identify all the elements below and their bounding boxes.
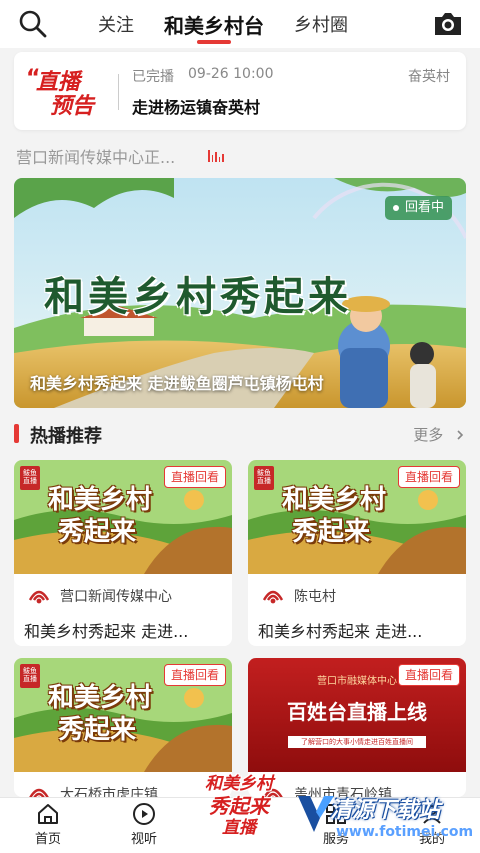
live-campaign-button[interactable]: 和美乡村 秀起来 直播	[198, 774, 280, 853]
site-watermark: 清源下载站 www.fotimei.com	[296, 786, 476, 852]
live-place: 奋英村	[408, 69, 450, 85]
watermark-text: 清源下载站	[330, 798, 441, 823]
video-card[interactable]: 鲅鱼直播 直播回看 和美乡村 秀起来 陈屯村 和美乡村秀起来 走进...	[248, 460, 466, 646]
replay-badge: 直播回看	[163, 664, 226, 686]
play-circle-icon	[133, 803, 155, 825]
featured-banner[interactable]: 回看中 和美乡村秀起来 和美乡村秀起来 走进鲅鱼圈芦屯镇杨屯村	[14, 178, 466, 408]
card-title: 和美乡村秀起来 走进...	[258, 622, 423, 641]
news-ticker[interactable]: 营口新闻传媒中心正...	[16, 144, 175, 168]
replay-badge: 直播回看	[163, 466, 226, 488]
nav-home[interactable]: 首页	[18, 802, 78, 847]
divider	[118, 74, 119, 110]
thumbnail-headline: 百姓台直播上线	[287, 700, 427, 724]
section-accent-bar	[14, 424, 19, 443]
section-title: 热播推荐	[30, 426, 102, 447]
hot-section-header: 热播推荐 更多	[14, 422, 466, 447]
video-card[interactable]: 营口市融媒体中心 百姓台直播上线 了解营口的大事小情走进百姓直播间 直播回看 盖…	[248, 658, 466, 797]
banner-caption: 和美乡村秀起来 走进鲅鱼圈芦屯镇杨屯村	[30, 374, 324, 393]
tab-village-circle[interactable]: 乡村圈	[294, 0, 348, 48]
thumbnail-art-title: 和美乡村 秀起来	[48, 485, 153, 547]
live-preview-logo: “ 直播 预告	[26, 66, 95, 119]
channel-logo: 鲅鱼直播	[20, 664, 40, 688]
card-source: 大石桥市虎庄镇	[26, 782, 158, 797]
replay-badge: 直播回看	[397, 466, 460, 488]
audio-bars-icon	[208, 150, 224, 162]
channel-logo: 鲅鱼直播	[20, 466, 40, 490]
nav-video[interactable]: 视听	[114, 802, 174, 847]
chevron-right-icon	[457, 430, 464, 440]
thumbnail-subtitle: 了解营口的大事小情走进百姓直播间	[288, 736, 426, 748]
card-source: 陈屯村	[260, 584, 336, 608]
top-nav-bar: 关注 和美乡村台 乡村圈	[0, 0, 480, 48]
video-thumbnail: 鲅鱼直播 直播回看 和美乡村 秀起来	[14, 658, 232, 772]
tab-village-channel[interactable]: 和美乡村台	[164, 0, 264, 48]
replay-badge: 直播回看	[397, 664, 460, 686]
home-icon	[38, 804, 58, 824]
video-thumbnail: 鲅鱼直播 直播回看 和美乡村 秀起来	[14, 460, 232, 574]
search-icon[interactable]	[18, 9, 48, 39]
card-source: 营口新闻传媒中心	[26, 584, 172, 608]
video-thumbnail: 营口市融媒体中心 百姓台直播上线 了解营口的大事小情走进百姓直播间 直播回看	[248, 658, 466, 772]
channel-logo: 鲅鱼直播	[254, 466, 274, 490]
live-preview-card[interactable]: “ 直播 预告 已完播 09-26 10:00 奋英村 走进杨运镇奋英村	[14, 52, 466, 130]
watermark-url: www.fotimei.com	[336, 824, 474, 840]
more-link[interactable]: 更多	[413, 424, 466, 445]
video-thumbnail: 鲅鱼直播 直播回看 和美乡村 秀起来	[248, 460, 466, 574]
camera-icon[interactable]	[432, 9, 464, 39]
thumbnail-art-title: 和美乡村 秀起来	[282, 485, 387, 547]
live-status: 已完播	[132, 69, 174, 85]
card-title: 和美乡村秀起来 走进...	[24, 622, 189, 641]
tab-follow[interactable]: 关注	[98, 0, 134, 48]
live-time: 09-26 10:00	[188, 66, 274, 82]
banner-art-title: 和美乡村秀起来	[44, 273, 352, 320]
channel-tabs: 关注 和美乡村台 乡村圈	[98, 0, 348, 48]
video-card[interactable]: 鲅鱼直播 直播回看 和美乡村 秀起来 营口新闻传媒中心 和美乡村秀起来 走进...	[14, 460, 232, 646]
live-title: 走进杨运镇奋英村	[132, 98, 261, 117]
broadcast-icon	[28, 590, 50, 604]
broadcast-icon	[29, 788, 49, 797]
thumbnail-art-title: 和美乡村 秀起来	[48, 683, 153, 745]
broadcast-icon	[262, 590, 284, 604]
replay-badge: 回看中	[384, 196, 452, 220]
